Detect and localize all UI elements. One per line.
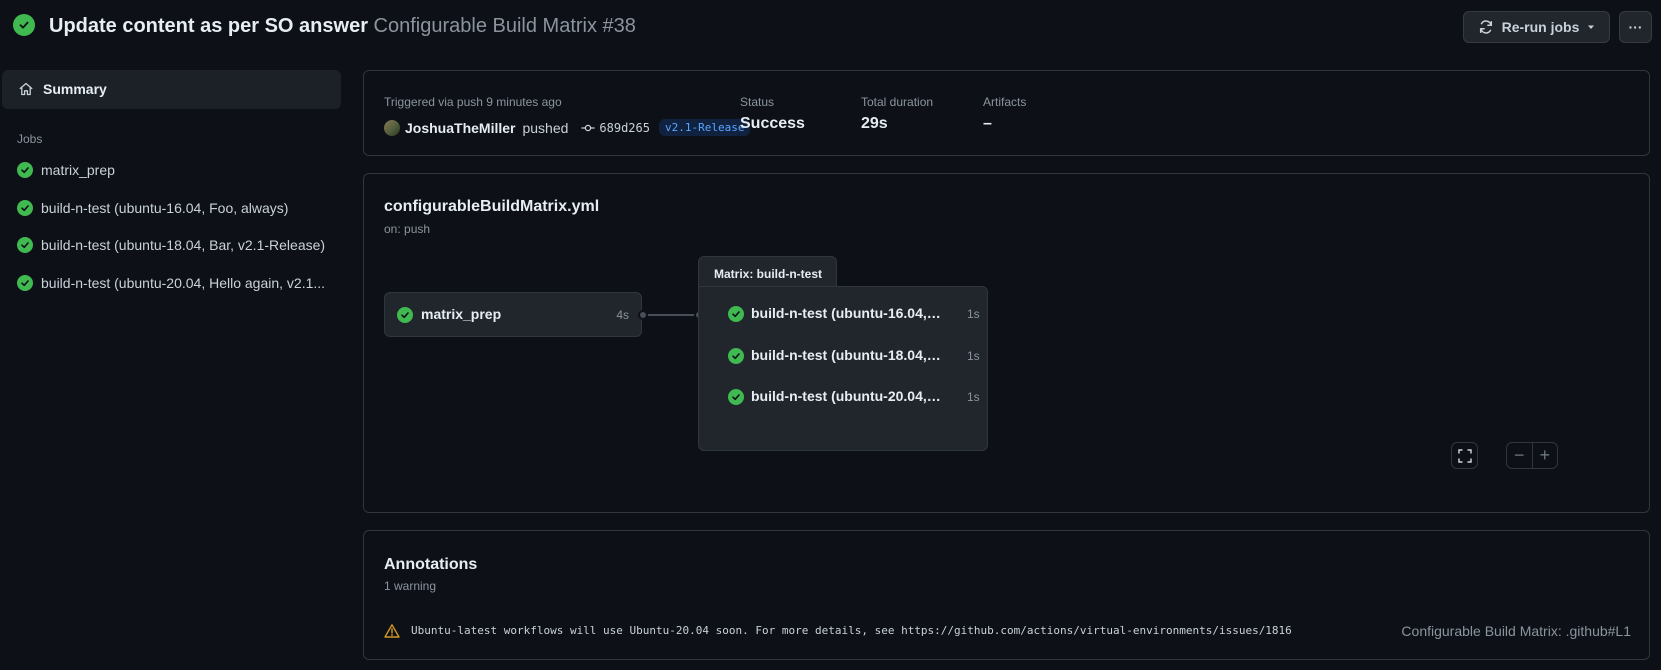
workflow-trigger: on: push xyxy=(384,222,431,236)
page-title: Update content as per SO answer Configur… xyxy=(49,15,636,38)
zoom-out-button[interactable]: − xyxy=(1507,443,1532,468)
success-check-icon xyxy=(17,200,33,216)
job-label: build-n-test (ubuntu-16.04, F... xyxy=(751,305,941,321)
success-check-icon xyxy=(17,237,33,253)
annotations-card: Annotations 1 warning Ubuntu-latest work… xyxy=(363,530,1650,660)
rerun-jobs-label: Re-run jobs xyxy=(1501,19,1580,35)
sidebar-job-item[interactable]: build-n-test (ubuntu-20.04, Hello again,… xyxy=(0,266,340,300)
connector-dot xyxy=(638,310,648,320)
alert-icon xyxy=(384,624,400,638)
status-label: Status xyxy=(740,95,775,109)
rerun-jobs-button[interactable]: Re-run jobs xyxy=(1463,11,1610,43)
job-duration: 4s xyxy=(616,308,629,322)
triangle-down-icon xyxy=(1588,25,1595,29)
annotation-item[interactable]: Ubuntu-latest workflows will use Ubuntu-… xyxy=(384,621,1631,641)
branch-label[interactable]: v2.1-Release xyxy=(658,119,751,136)
job-label: build-n-test (ubuntu-16.04, Foo, always) xyxy=(41,200,289,216)
trigger-text: Triggered via push 9 minutes ago xyxy=(384,95,562,109)
job-label: build-n-test (ubuntu-20.04, Hello again,… xyxy=(41,275,326,291)
annotation-source[interactable]: Configurable Build Matrix: .github#L1 xyxy=(1401,623,1631,639)
success-check-icon xyxy=(728,348,744,364)
success-check-icon xyxy=(397,307,413,323)
workflow-graph-card: configurableBuildMatrix.yml on: push mat… xyxy=(363,173,1650,513)
annotations-count: 1 warning xyxy=(384,579,437,593)
job-label: build-n-test (ubuntu-18.04, Bar, v2.1-Re… xyxy=(41,237,326,253)
home-icon xyxy=(19,82,33,96)
duration-value: 29s xyxy=(861,115,888,132)
git-commit-icon xyxy=(581,124,595,131)
success-check-icon xyxy=(17,275,33,291)
success-check-icon xyxy=(17,162,33,178)
action-text: pushed xyxy=(522,119,569,136)
sidebar-job-item[interactable]: matrix_prep xyxy=(0,153,340,187)
success-check-icon xyxy=(728,389,744,405)
commit-link[interactable]: 689d265 xyxy=(581,121,650,135)
artifacts-label: Artifacts xyxy=(983,95,1027,109)
kebab-horizontal-icon: ··· xyxy=(1628,19,1643,35)
zoom-in-button[interactable]: + xyxy=(1531,443,1558,468)
kebab-menu-button[interactable]: ··· xyxy=(1619,11,1652,43)
graph-matrix-job[interactable]: build-n-test (ubuntu-18.04, ... 1s xyxy=(728,346,980,366)
artifacts-value: – xyxy=(983,115,992,132)
job-label: build-n-test (ubuntu-18.04, ... xyxy=(751,347,941,363)
matrix-group: build-n-test (ubuntu-16.04, F... 1s buil… xyxy=(698,286,988,451)
jobs-heading: Jobs xyxy=(17,132,43,146)
sync-icon xyxy=(1479,20,1492,34)
run-title: Update content as per SO answer xyxy=(49,15,368,37)
actor-name[interactable]: JoshuaTheMiller xyxy=(405,120,515,136)
sidebar-item-summary[interactable]: Summary xyxy=(2,70,341,109)
job-duration: 1s xyxy=(967,390,980,404)
screen-full-icon xyxy=(1457,448,1472,463)
commit-sha: 689d265 xyxy=(599,120,650,135)
sidebar-job-item[interactable]: build-n-test (ubuntu-16.04, Foo, always) xyxy=(0,191,340,225)
matrix-group-header: Matrix: build-n-test xyxy=(698,256,837,288)
job-label: matrix_prep xyxy=(421,306,502,322)
graph-matrix-job[interactable]: build-n-test (ubuntu-20.04, ... 1s xyxy=(728,387,980,407)
zoom-controls: − + xyxy=(1506,442,1558,469)
job-duration: 1s xyxy=(967,307,980,321)
graph-job-matrix-prep[interactable]: matrix_prep 4s xyxy=(384,292,642,337)
annotation-message: Ubuntu-latest workflows will use Ubuntu-… xyxy=(411,624,1292,637)
job-label: matrix_prep xyxy=(41,162,115,178)
workflow-run-name[interactable]: Configurable Build Matrix #38 xyxy=(374,15,636,37)
push-info: JoshuaTheMiller pushed 689d265 v2.1-Rele… xyxy=(384,119,751,136)
graph-matrix-job[interactable]: build-n-test (ubuntu-16.04, F... 1s xyxy=(728,304,980,324)
sidebar-job-item[interactable]: build-n-test (ubuntu-18.04, Bar, v2.1-Re… xyxy=(0,228,340,262)
fullscreen-button[interactable] xyxy=(1451,442,1478,469)
workflow-file-name[interactable]: configurableBuildMatrix.yml xyxy=(384,198,599,216)
sidebar-item-label: Summary xyxy=(43,81,107,97)
run-summary-card: Triggered via push 9 minutes ago JoshuaT… xyxy=(363,70,1650,156)
run-header: Update content as per SO answer Configur… xyxy=(0,0,1661,54)
avatar[interactable] xyxy=(384,119,400,136)
graph-connector-line xyxy=(642,314,700,316)
success-check-icon xyxy=(13,14,35,36)
duration-label: Total duration xyxy=(861,95,934,109)
matrix-label: Matrix: build-n-test xyxy=(714,267,822,281)
status-value: Success xyxy=(740,115,805,132)
annotations-title: Annotations xyxy=(384,556,478,573)
job-duration: 1s xyxy=(967,349,980,363)
success-check-icon xyxy=(728,306,744,322)
job-label: build-n-test (ubuntu-20.04, ... xyxy=(751,388,941,404)
